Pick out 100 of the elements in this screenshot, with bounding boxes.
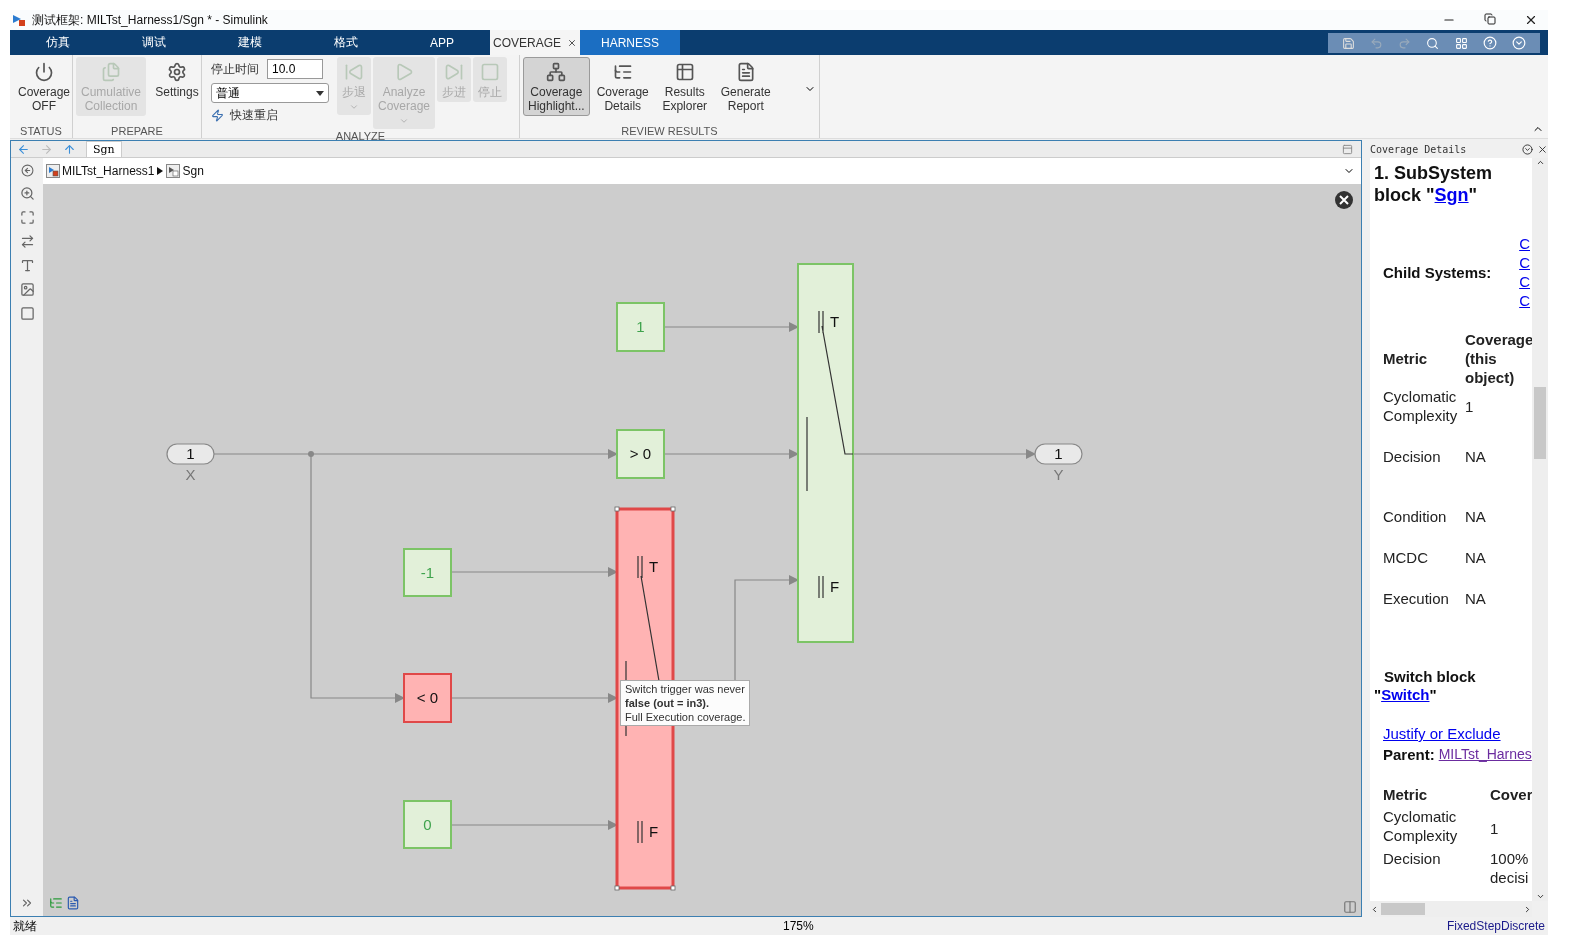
table-cell-text: NA — [1465, 589, 1487, 609]
caret-icon — [316, 90, 324, 96]
fit-icon[interactable] — [19, 210, 35, 225]
grid-icon[interactable] — [1454, 36, 1468, 50]
justify-link[interactable]: Justify or Exclude — [1383, 725, 1501, 742]
ribbon-tab[interactable]: COVERAGE — [490, 30, 580, 55]
toolbar-button[interactable]: Generate Report — [715, 57, 776, 116]
block-label: > 0 — [629, 445, 652, 462]
toolbar-button[interactable]: Settings — [148, 57, 207, 102]
mode-dropdown[interactable]: 普通 — [211, 83, 329, 103]
block-label: 1 — [186, 445, 195, 462]
block-label: < 0 — [416, 689, 439, 706]
coverage-tooltip: Switch trigger was never false (out = in3). Full Execution coverage. — [620, 680, 751, 726]
scroll-right-icon[interactable] — [1523, 904, 1532, 914]
step-back-icon — [344, 62, 364, 82]
power-icon — [34, 62, 54, 82]
table-cell-text: Cyclomatic Complexity — [1383, 807, 1459, 846]
ribbon-tab[interactable]: 建模 — [202, 30, 298, 55]
close-icon[interactable] — [1537, 143, 1548, 155]
inport-block — [166, 443, 215, 465]
table-cell-text: Decision — [1383, 849, 1442, 869]
fast-restart-toggle[interactable]: 快速重启 — [211, 107, 329, 124]
block-link[interactable]: Sgn — [1434, 185, 1469, 205]
text-icon[interactable] — [19, 258, 35, 273]
panel-icon[interactable] — [1343, 900, 1357, 914]
child-system-link[interactable]: C — [1519, 253, 1530, 272]
toolbar-button[interactable]: Coverage OFF — [13, 57, 76, 116]
stop-time-field[interactable]: 10.0 — [267, 59, 323, 79]
zoom-level: 175% — [783, 919, 815, 933]
search-icon[interactable] — [1426, 36, 1440, 50]
zoom-icon[interactable] — [19, 186, 35, 201]
toolbar-button[interactable]: Coverage Details — [591, 57, 654, 116]
table-cell-text: MCDC — [1383, 548, 1429, 568]
table-cell-text: 1 — [1490, 818, 1500, 839]
scroll-up-icon[interactable] — [1535, 158, 1545, 167]
ribbon-tab[interactable]: HARNESS — [580, 30, 680, 55]
table-cell-text: NA — [1465, 548, 1487, 568]
help-icon[interactable] — [1483, 36, 1498, 50]
ribbon-tab[interactable]: APP — [394, 30, 490, 55]
lightning-icon — [211, 109, 224, 122]
expand-icon[interactable] — [1512, 36, 1527, 50]
panel-title: Coverage Details — [1370, 143, 1467, 155]
save-icon[interactable] — [1341, 36, 1355, 50]
selection-handle[interactable] — [614, 506, 620, 512]
table-cell-text: Execution — [1383, 589, 1450, 609]
block-label: -1 — [420, 563, 435, 581]
selection-handle[interactable] — [670, 506, 676, 512]
section-label: REVIEW RESULTS — [620, 124, 719, 138]
hide-icon[interactable] — [20, 164, 34, 177]
up-icon[interactable] — [63, 142, 76, 156]
table-cell-text: Cyclomatic Complexity — [1383, 387, 1459, 426]
stop-icon — [480, 62, 501, 82]
close-icon[interactable] — [1524, 13, 1538, 27]
expand-icon[interactable] — [20, 896, 34, 910]
scroll-left-icon[interactable] — [1370, 904, 1379, 914]
scrollbar-thumb[interactable] — [1381, 903, 1425, 915]
breadcrumb-item[interactable]: MILTst_Harness1 — [46, 164, 155, 178]
child-system-link[interactable]: C — [1519, 291, 1530, 310]
section-label: ANALYZE — [334, 129, 387, 143]
breadcrumb-item[interactable]: Sgn — [166, 164, 204, 178]
table-cell-text: Decision — [1383, 447, 1442, 467]
ribbon-tab[interactable]: 调试 — [106, 30, 202, 55]
status-text: 就绪 — [13, 917, 38, 935]
separator-icon — [157, 167, 164, 175]
block-label: 1 — [1054, 445, 1063, 462]
stop-time-label: 停止时间 — [211, 60, 259, 78]
port-label: F — [649, 823, 659, 840]
block-heading: Switch block — [1384, 668, 1476, 685]
editor-tab[interactable]: Sgn — [86, 141, 122, 157]
port-label: F — [830, 578, 840, 595]
toolbar-button[interactable]: Results Explorer — [655, 57, 714, 116]
selection-handle[interactable] — [670, 885, 676, 891]
close-icon[interactable] — [567, 37, 577, 48]
close-icon[interactable] — [1335, 191, 1353, 209]
block-link[interactable]: Switch — [1381, 686, 1430, 703]
parent-link[interactable]: MILTst_Harnes — [1438, 746, 1532, 763]
menu-icon[interactable] — [1522, 143, 1533, 155]
image-icon[interactable] — [19, 282, 35, 297]
toolbar-button[interactable]: Coverage Highlight... — [523, 57, 590, 116]
ribbon-tab[interactable]: 仿真 — [10, 30, 106, 55]
column-header: Metric — [1383, 349, 1429, 369]
child-system-link[interactable]: C — [1519, 234, 1530, 253]
back-icon[interactable] — [17, 142, 30, 156]
section-label: STATUS — [19, 124, 63, 138]
explorer-icon[interactable] — [49, 896, 63, 910]
area-icon[interactable] — [19, 306, 35, 321]
scrollbar-thumb[interactable] — [1534, 387, 1546, 459]
ribbon-tab[interactable]: 格式 — [298, 30, 394, 55]
play-icon — [394, 62, 414, 82]
panel-icon[interactable] — [1342, 143, 1353, 155]
block-label: 0 — [423, 815, 432, 833]
restore-icon[interactable] — [1484, 13, 1496, 25]
column-header: Cover — [1490, 785, 1532, 805]
parent-label: Parent: — [1383, 746, 1435, 763]
column-header: Coverage (this object) — [1465, 330, 1532, 387]
port-name: Y — [1053, 466, 1064, 483]
selection-handle[interactable] — [614, 885, 620, 891]
arrows-icon[interactable] — [19, 234, 35, 249]
scroll-down-icon[interactable] — [1535, 892, 1545, 901]
child-system-link[interactable]: C — [1519, 272, 1530, 291]
